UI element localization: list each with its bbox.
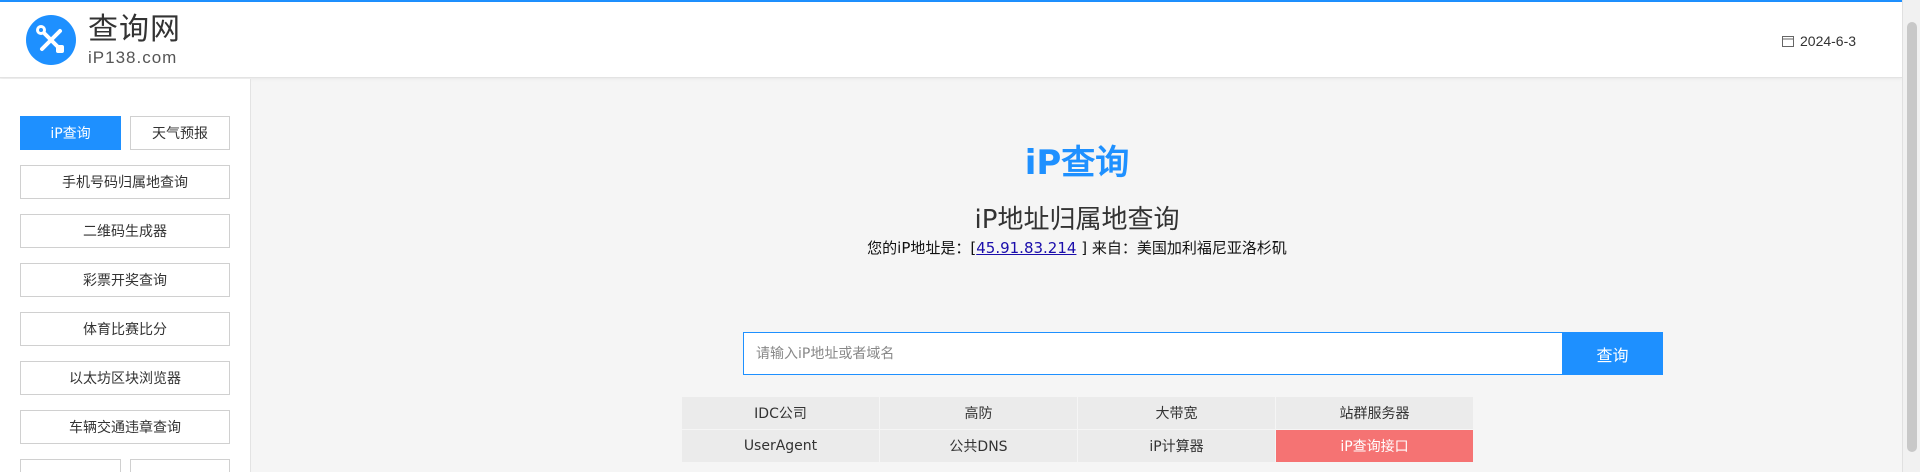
sidebar-item-lottery[interactable]: 彩票开奖查询 — [20, 263, 230, 297]
search-input[interactable] — [744, 333, 1566, 374]
sidebar-item-traffic-violation[interactable]: 车辆交通违章查询 — [20, 410, 230, 444]
date-text: 2024-6-3 — [1800, 33, 1857, 49]
link-idc[interactable]: IDC公司 — [682, 397, 879, 429]
ip-prefix: 您的iP地址是：[ — [867, 239, 977, 257]
link-ip-calculator[interactable]: iP计算器 — [1078, 430, 1275, 462]
quick-links: IDC公司 高防 大带宽 站群服务器 UserAgent 公共DNS iP计算器… — [682, 397, 1473, 462]
link-ddos-protection[interactable]: 高防 — [880, 397, 1077, 429]
main-content: iP查询 iP地址归属地查询 您的iP地址是：[45.91.83.214 ] 来… — [252, 79, 1902, 472]
sidebar-item-sports-scores[interactable]: 体育比赛比分 — [20, 312, 230, 346]
link-site-cluster[interactable]: 站群服务器 — [1276, 397, 1473, 429]
logo[interactable] — [26, 15, 76, 65]
sidebar-item-ethereum-explorer[interactable]: 以太坊区块浏览器 — [20, 361, 230, 395]
link-bandwidth[interactable]: 大带宽 — [1078, 397, 1275, 429]
ip-info: 您的iP地址是：[45.91.83.214 ] 来自：美国加利福尼亚洛杉矶 — [252, 237, 1902, 258]
date-display: 2024-6-3 — [1782, 33, 1856, 49]
ip-address-link[interactable]: 45.91.83.214 — [976, 239, 1076, 257]
calendar-icon — [1782, 36, 1794, 47]
header: 查询网 iP138.com 2024-6-3 — [0, 2, 1902, 78]
sidebar-item-partial[interactable] — [20, 459, 121, 472]
ip-location: ] 来自：美国加利福尼亚洛杉矶 — [1076, 239, 1287, 257]
sidebar-item-phone-lookup[interactable]: 手机号码归属地查询 — [20, 165, 230, 199]
sidebar: iP查询 天气预报 手机号码归属地查询 二维码生成器 彩票开奖查询 体育比赛比分… — [0, 79, 251, 472]
search-button[interactable]: 查询 — [1562, 332, 1663, 375]
wrench-screwdriver-icon — [36, 25, 64, 53]
scrollbar-thumb[interactable] — [1907, 22, 1917, 452]
link-useragent[interactable]: UserAgent — [682, 430, 879, 462]
page-subtitle: iP地址归属地查询 — [974, 205, 1180, 235]
sidebar-item-qrcode[interactable]: 二维码生成器 — [20, 214, 230, 248]
link-public-dns[interactable]: 公共DNS — [880, 430, 1077, 462]
search-box: 查询 — [743, 332, 1663, 375]
sidebar-item-weather[interactable]: 天气预报 — [130, 116, 230, 150]
site-domain[interactable]: iP138.com — [88, 48, 177, 68]
site-title[interactable]: 查询网 — [88, 14, 181, 46]
page-title: iP查询 — [1024, 143, 1130, 183]
link-ip-api[interactable]: iP查询接口 — [1276, 430, 1473, 462]
sidebar-item-ip-query[interactable]: iP查询 — [20, 116, 121, 150]
scrollbar[interactable] — [1902, 0, 1920, 472]
sidebar-item-partial[interactable] — [130, 459, 230, 472]
